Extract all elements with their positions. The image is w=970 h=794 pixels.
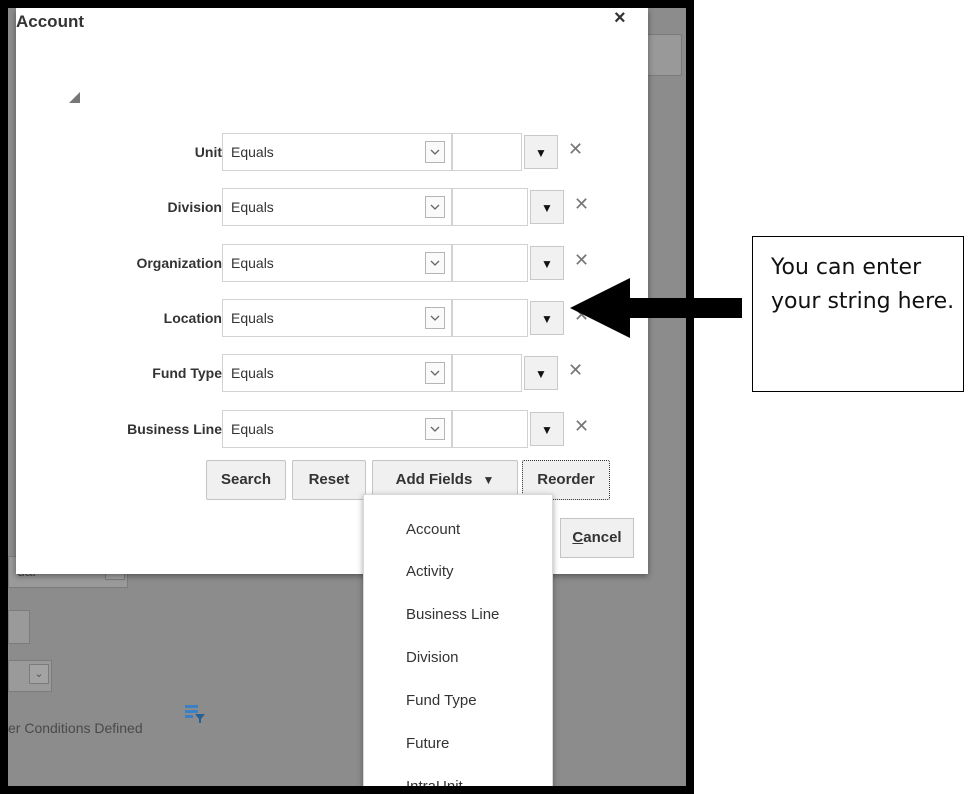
operator-select[interactable]: Equals <box>222 299 452 337</box>
background-value-field <box>8 610 30 644</box>
operator-value: Equals <box>231 255 274 271</box>
operator-select[interactable]: Equals <box>222 244 452 282</box>
criteria-row-location: Location Equals ▼ ✕ <box>16 299 648 339</box>
close-icon[interactable]: × <box>614 8 626 28</box>
chevron-down-icon[interactable] <box>425 307 445 329</box>
dropdown-arrow-icon[interactable]: ▼ <box>530 190 564 224</box>
operator-select[interactable]: Equals <box>222 354 452 392</box>
operator-select[interactable]: Equals <box>222 133 452 171</box>
operator-value: Equals <box>231 144 274 160</box>
chevron-down-icon[interactable] <box>425 362 445 384</box>
filter-icon <box>185 705 205 723</box>
chevron-down-icon[interactable] <box>425 418 445 440</box>
criteria-row-business-line: Business Line Equals ▼ ✕ <box>16 410 648 450</box>
delete-criteria-icon[interactable]: ✕ <box>568 360 583 381</box>
criteria-row-division: Division Equals ▼ ✕ <box>16 188 648 228</box>
menu-item-activity[interactable]: Activity <box>406 563 454 580</box>
app-screen: l ual ⌄ ⌄ er Conditions Defined Account … <box>8 8 686 786</box>
criteria-label: Unit <box>194 144 222 160</box>
criteria-row-unit: Unit Equals ▼ ✕ <box>16 133 648 173</box>
criteria-label: Fund Type <box>152 365 222 381</box>
add-fields-menu: Account Activity Business Line Division … <box>363 494 553 786</box>
value-input[interactable] <box>452 244 528 282</box>
operator-select[interactable]: Equals <box>222 188 452 226</box>
delete-criteria-icon[interactable]: ✕ <box>574 250 589 271</box>
operator-value: Equals <box>231 310 274 326</box>
operator-value: Equals <box>231 421 274 437</box>
screenshot-frame: l ual ⌄ ⌄ er Conditions Defined Account … <box>0 0 694 794</box>
dropdown-arrow-icon[interactable]: ▼ <box>524 356 558 390</box>
criteria-label: Business Line <box>127 421 222 437</box>
criteria-label: Location <box>163 310 222 326</box>
conditions-status-text: er Conditions Defined <box>8 720 143 736</box>
add-fields-label: Add Fields <box>395 471 473 488</box>
dropdown-arrow-icon[interactable]: ▼ <box>530 412 564 446</box>
value-input[interactable] <box>452 188 528 226</box>
menu-item-division[interactable]: Division <box>406 649 459 666</box>
dropdown-arrow-icon[interactable]: ▼ <box>530 301 564 335</box>
delete-criteria-icon[interactable]: ✕ <box>568 139 583 160</box>
annotation-arrow-icon <box>570 278 742 338</box>
value-input[interactable] <box>452 133 522 171</box>
chevron-down-icon[interactable] <box>425 141 445 163</box>
criteria-label: Organization <box>136 255 222 271</box>
operator-value: Equals <box>231 199 274 215</box>
cancel-label: ancel <box>583 529 622 546</box>
chevron-down-icon[interactable] <box>425 252 445 274</box>
value-input[interactable] <box>452 410 528 448</box>
dropdown-arrow-icon[interactable]: ▼ <box>524 135 558 169</box>
criteria-row-fund-type: Fund Type Equals ▼ ✕ <box>16 354 648 394</box>
background-small-select: ⌄ <box>8 660 52 692</box>
menu-item-account[interactable]: Account <box>406 521 460 538</box>
annotation-text: You can enter your string here. <box>771 255 955 314</box>
value-input[interactable] <box>452 299 528 337</box>
delete-criteria-icon[interactable]: ✕ <box>574 416 589 437</box>
criteria-row-organization: Organization Equals ▼ ✕ <box>16 244 648 284</box>
delete-criteria-icon[interactable]: ✕ <box>574 194 589 215</box>
dialog-title: Account <box>16 12 84 31</box>
menu-item-business-line[interactable]: Business Line <box>406 606 499 623</box>
operator-select[interactable]: Equals <box>222 410 452 448</box>
cancel-button[interactable]: Cancel <box>560 518 634 558</box>
cancel-mnemonic: C <box>572 529 584 546</box>
dropdown-arrow-icon: ▼ <box>482 473 495 487</box>
criteria-label: Division <box>167 199 222 215</box>
menu-item-intraunit[interactable]: IntraUnit <box>406 778 463 786</box>
dropdown-arrow-icon[interactable]: ▼ <box>530 246 564 280</box>
reset-button[interactable]: Reset <box>292 460 366 500</box>
operator-value: Equals <box>231 365 274 381</box>
disclosure-triangle-icon[interactable] <box>69 92 80 103</box>
search-button[interactable]: Search <box>206 460 286 500</box>
menu-item-fund-type[interactable]: Fund Type <box>406 692 477 709</box>
chevron-down-icon[interactable] <box>425 196 445 218</box>
value-input[interactable] <box>452 354 522 392</box>
chevron-down-icon: ⌄ <box>29 664 49 684</box>
annotation-callout: You can enter your string here. <box>752 236 964 392</box>
account-search-dialog: Account × Unit Equals ▼ ✕ Division Equal… <box>16 8 648 574</box>
menu-item-future[interactable]: Future <box>406 735 449 752</box>
